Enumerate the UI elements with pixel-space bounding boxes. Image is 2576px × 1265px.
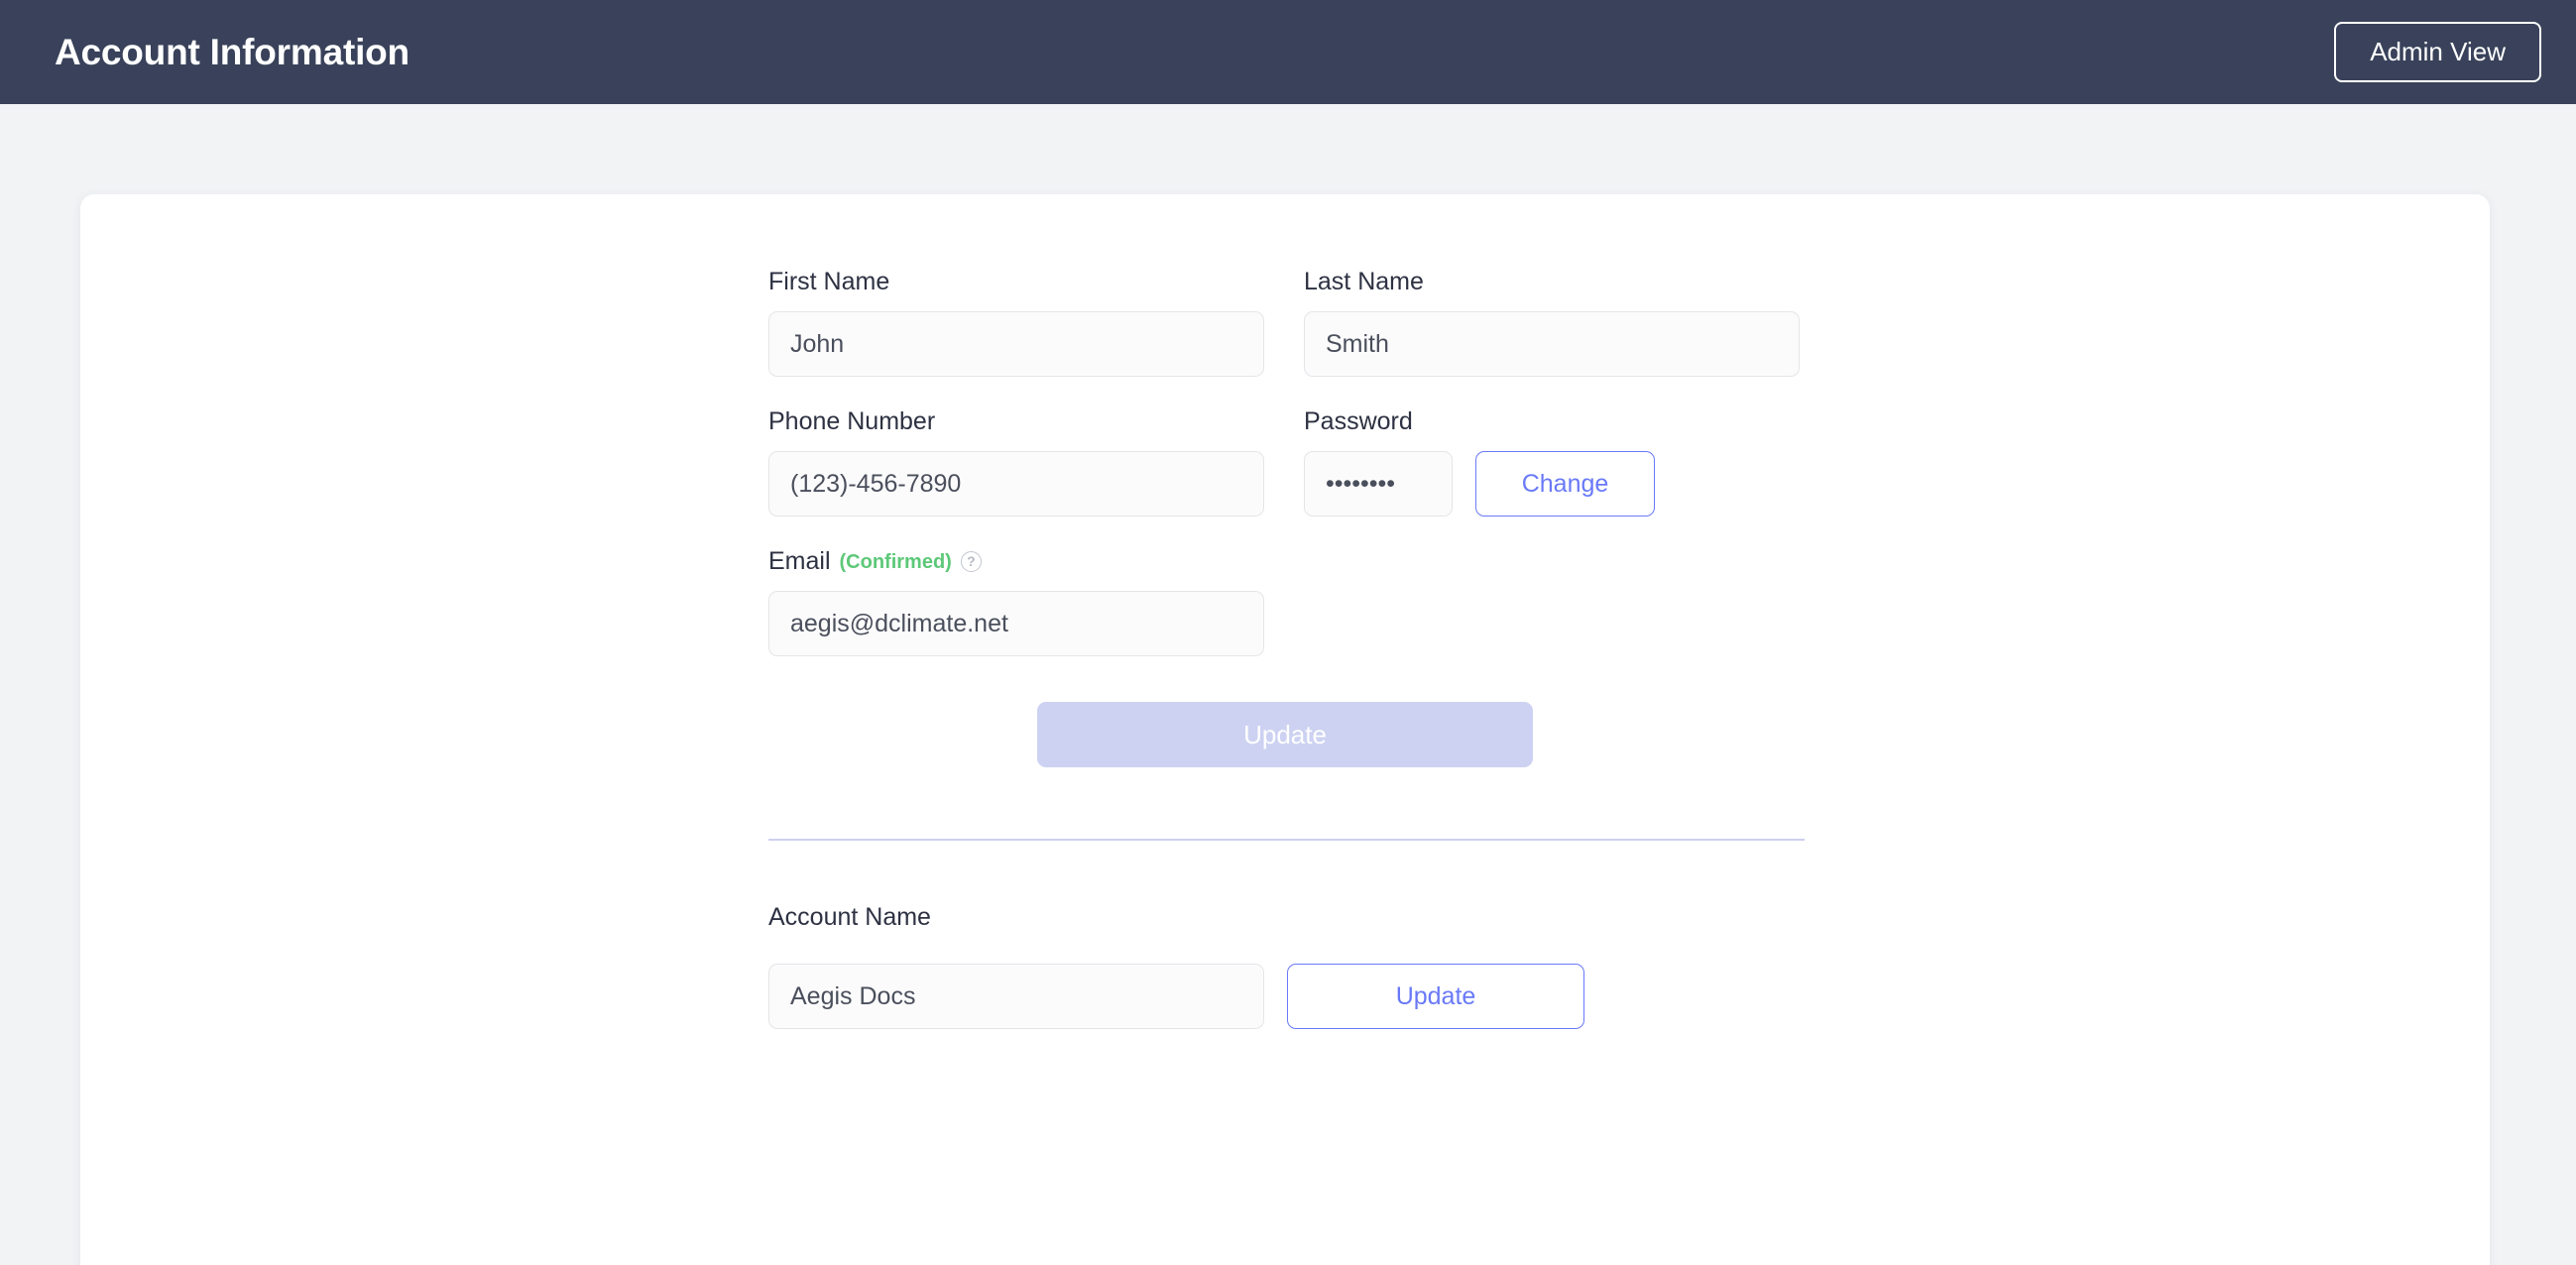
email-label: Email	[768, 547, 831, 575]
first-name-field-group: First Name	[768, 270, 1067, 311]
account-form: First Name Last Name Phone Number	[768, 270, 1805, 1029]
account-name-section: Account Name Update	[768, 905, 1805, 1029]
phone-number-input[interactable]	[768, 451, 1264, 517]
last-name-field-group: Last Name	[1304, 270, 1602, 311]
email-label-row: Email (Confirmed) ?	[768, 549, 1805, 591]
account-name-row: Update	[768, 964, 1805, 1029]
last-name-label: Last Name	[1304, 268, 1424, 295]
update-profile-button[interactable]: Update	[1037, 702, 1533, 767]
app-header: Account Information Admin View	[0, 0, 2576, 104]
password-label: Password	[1304, 407, 1413, 435]
account-name-input[interactable]	[768, 964, 1264, 1029]
password-row: Change	[1304, 451, 1805, 517]
account-name-label: Account Name	[768, 903, 931, 931]
page-body: First Name Last Name Phone Number	[0, 104, 2576, 1265]
help-circle-icon[interactable]: ?	[960, 551, 982, 572]
section-divider	[768, 839, 1805, 841]
page-title: Account Information	[55, 31, 410, 72]
change-password-button[interactable]: Change	[1475, 451, 1655, 517]
phone-number-label: Phone Number	[768, 407, 936, 435]
last-name-input[interactable]	[1304, 311, 1800, 377]
email-confirmed-badge: (Confirmed)	[839, 550, 952, 573]
phone-password-row: Phone Number Password Change	[768, 409, 1805, 517]
email-input[interactable]	[768, 591, 1264, 656]
admin-view-button[interactable]: Admin View	[2334, 21, 2541, 83]
password-input[interactable]	[1304, 451, 1453, 517]
name-row: First Name Last Name	[768, 270, 1805, 377]
first-name-label: First Name	[768, 268, 890, 295]
first-name-input[interactable]	[768, 311, 1264, 377]
update-account-name-button[interactable]: Update	[1287, 964, 1584, 1029]
password-field-group: Password	[1304, 409, 1602, 451]
account-information-card: First Name Last Name Phone Number	[80, 194, 2490, 1265]
email-field-group: Email (Confirmed) ?	[768, 549, 1805, 656]
phone-field-group: Phone Number	[768, 409, 1067, 451]
